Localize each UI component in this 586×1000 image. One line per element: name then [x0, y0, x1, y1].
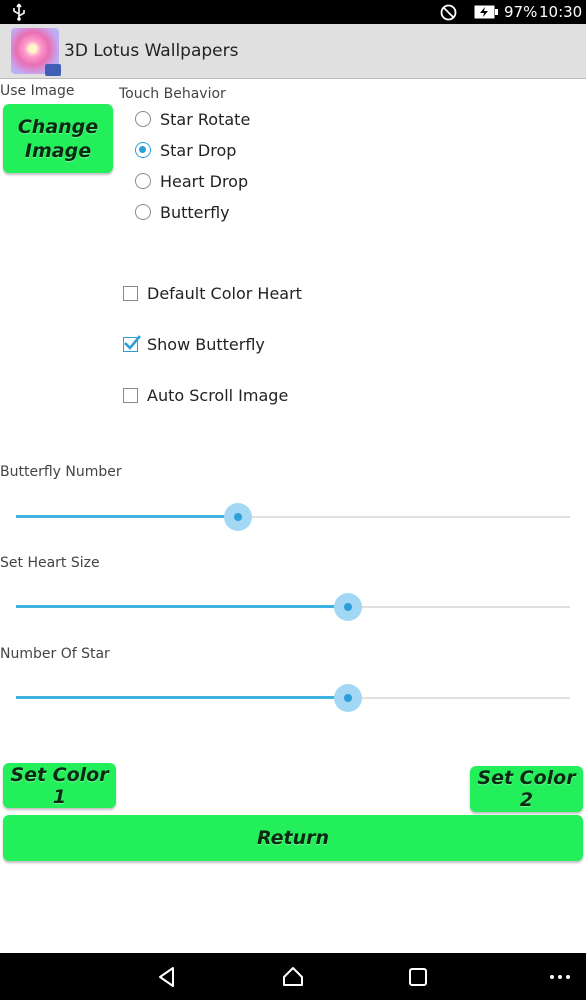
heart-size-label: Set Heart Size: [0, 555, 100, 571]
battery-charging-icon: [474, 5, 498, 19]
radio-label: Heart Drop: [160, 171, 249, 191]
do-not-disturb-icon: [440, 4, 457, 21]
checkbox[interactable]: [123, 285, 138, 301]
back-icon[interactable]: [155, 965, 179, 989]
radio-button[interactable]: [135, 111, 151, 127]
butterfly-number-slider[interactable]: [16, 502, 570, 532]
heart-size-slider[interactable]: [16, 592, 570, 622]
recents-icon[interactable]: [406, 965, 430, 989]
more-icon[interactable]: [548, 965, 572, 989]
home-icon[interactable]: [281, 965, 305, 989]
checkmark-icon: [124, 334, 141, 350]
number-of-star-label: Number Of Star: [0, 646, 110, 662]
radio-butterfly[interactable]: Butterfly: [135, 199, 230, 225]
navigation-bar: [0, 953, 586, 1000]
checkbox-checked[interactable]: [123, 334, 141, 352]
app-bar: 3D Lotus Wallpapers: [0, 24, 586, 79]
return-button[interactable]: Return: [3, 815, 583, 861]
checkbox-default-color-heart[interactable]: Default Color Heart: [123, 281, 302, 305]
butterfly-number-label: Butterfly Number: [0, 464, 122, 480]
slider-fill: [16, 515, 238, 518]
checkbox-label: Auto Scroll Image: [147, 385, 289, 405]
radio-star-rotate[interactable]: Star Rotate: [135, 106, 250, 132]
app-logo-icon: [11, 28, 61, 76]
radio-label: Star Rotate: [160, 109, 251, 129]
radio-button[interactable]: [135, 204, 151, 220]
battery-percent: 97%: [504, 3, 538, 21]
radio-label: Star Drop: [160, 140, 237, 160]
usb-icon: [13, 3, 25, 21]
change-image-button[interactable]: Change Image: [3, 104, 113, 173]
use-image-label: Use Image: [0, 83, 75, 99]
radio-label: Butterfly: [160, 202, 230, 222]
number-of-star-slider[interactable]: [16, 683, 570, 713]
slider-thumb[interactable]: [224, 503, 252, 531]
radio-button-selected[interactable]: [135, 142, 151, 158]
checkbox[interactable]: [123, 387, 138, 403]
checkbox-auto-scroll-image[interactable]: Auto Scroll Image: [123, 383, 288, 407]
slider-thumb[interactable]: [334, 684, 362, 712]
checkbox-show-butterfly[interactable]: Show Butterfly: [123, 332, 265, 356]
app-title: 3D Lotus Wallpapers: [64, 41, 239, 61]
slider-thumb[interactable]: [334, 593, 362, 621]
touch-behavior-label: Touch Behavior: [119, 86, 226, 102]
slider-fill: [16, 696, 348, 699]
checkbox-label: Show Butterfly: [147, 334, 265, 354]
checkbox-label: Default Color Heart: [147, 283, 302, 303]
radio-button[interactable]: [135, 173, 151, 189]
status-bar: 97% 10:30: [0, 0, 586, 24]
radio-heart-drop[interactable]: Heart Drop: [135, 168, 248, 194]
set-color-1-button[interactable]: Set Color 1: [3, 763, 116, 808]
radio-star-drop[interactable]: Star Drop: [135, 137, 236, 163]
set-color-2-button[interactable]: Set Color 2: [470, 766, 583, 812]
slider-fill: [16, 605, 348, 608]
clock: 10:30: [539, 3, 583, 21]
